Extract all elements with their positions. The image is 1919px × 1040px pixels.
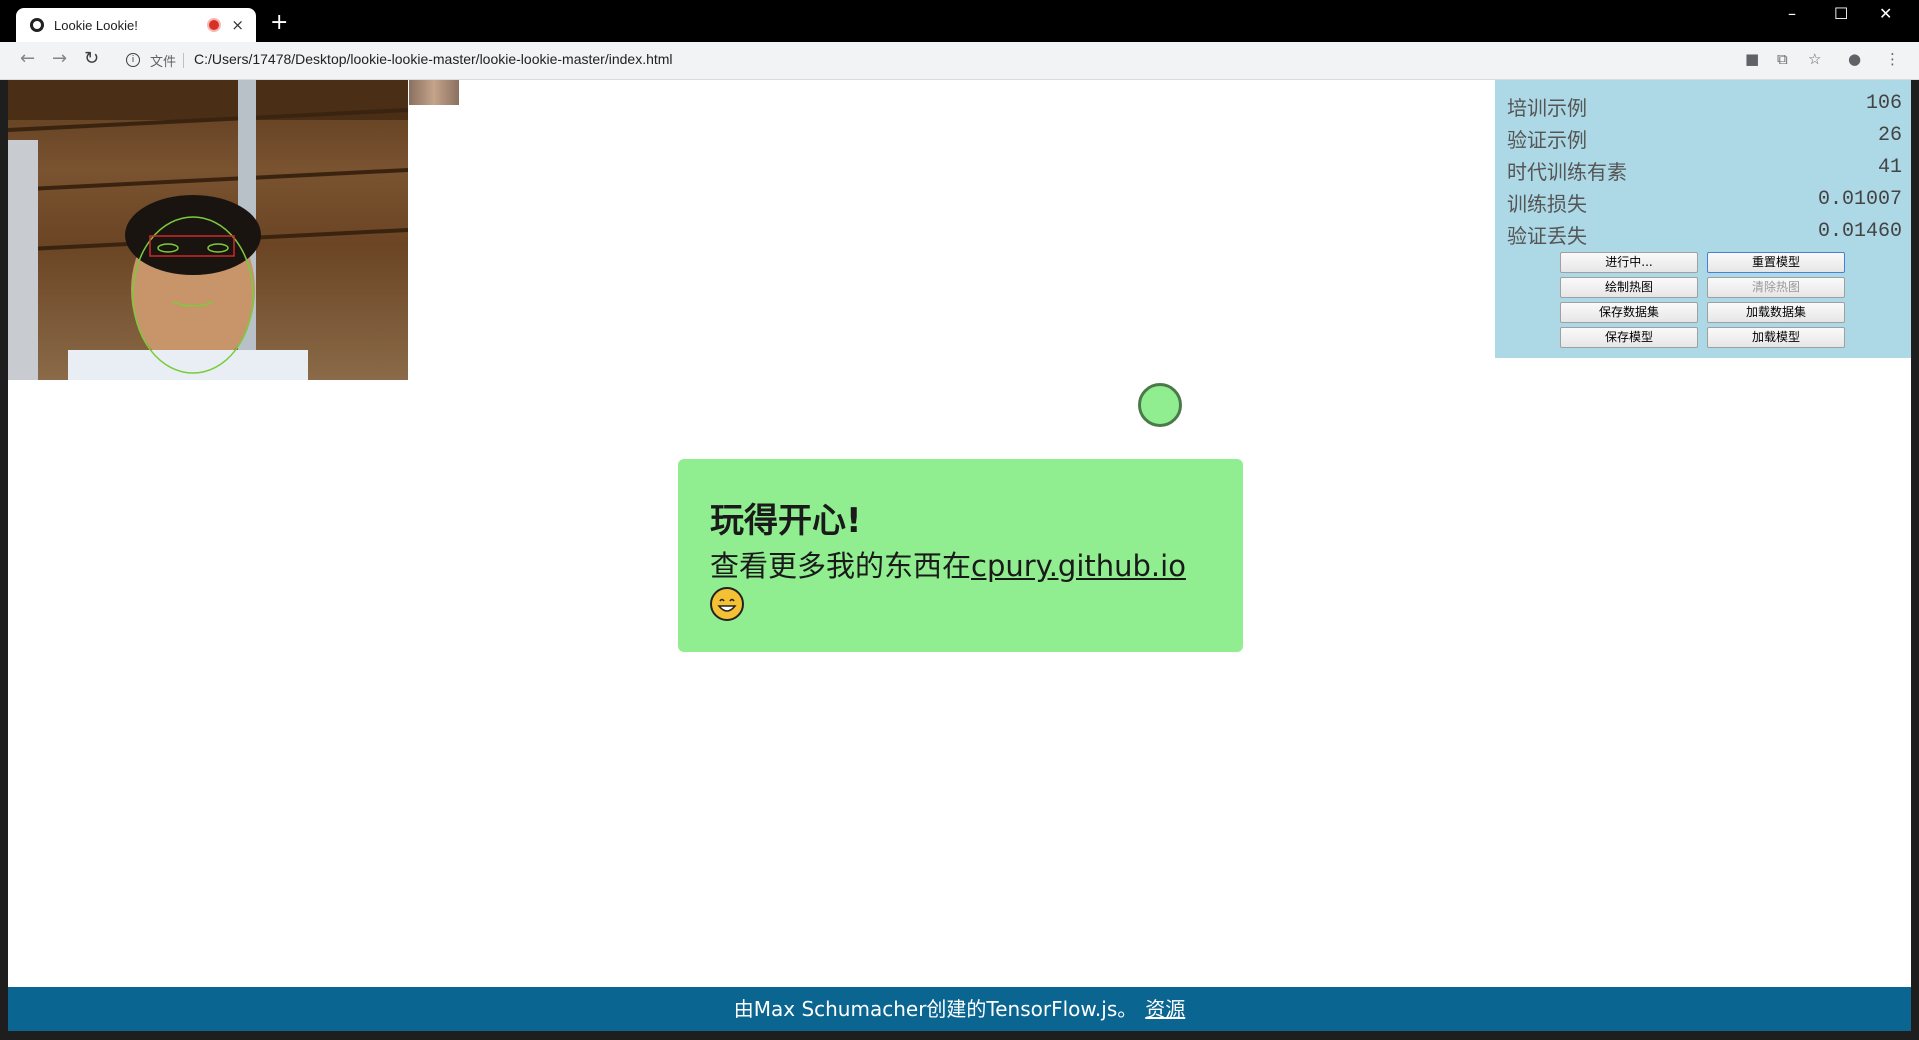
info-icon[interactable]: i (126, 53, 140, 67)
card-title: 玩得开心! (710, 501, 862, 541)
load-model-button[interactable]: 加载模型 (1707, 327, 1845, 348)
browser-titlebar: Lookie Lookie! × + – ☐ ✕ (0, 0, 1919, 42)
browser-toolbar: ← → ↻ i 文件 C:/Users/17478/Desktop/lookie… (0, 42, 1919, 80)
stat-value: 106 (1865, 92, 1902, 115)
new-tab-button[interactable]: + (270, 12, 288, 34)
profile-icon[interactable]: ● (1848, 50, 1861, 68)
reset-model-button[interactable]: 重置模型 (1707, 252, 1845, 273)
card-link[interactable]: cpury.github.io (971, 549, 1186, 583)
gaze-target-dot (1138, 383, 1182, 427)
draw-heatmap-button[interactable]: 绘制热图 (1560, 277, 1698, 298)
browser-tab[interactable]: Lookie Lookie! × (16, 8, 256, 42)
close-window-button[interactable]: ✕ (1879, 4, 1892, 23)
welcome-card: 玩得开心! 查看更多我的东西在cpury.github.io (678, 459, 1243, 652)
reload-icon[interactable]: ↻ (84, 48, 99, 69)
stat-label: 培训示例 (1507, 96, 1587, 120)
eyes-crop-preview (409, 80, 459, 105)
url-separator (183, 53, 184, 68)
maximize-button[interactable]: ☐ (1834, 4, 1848, 23)
save-model-button[interactable]: 保存模型 (1560, 327, 1698, 348)
stat-row: 培训示例 106 (1507, 92, 1902, 121)
stat-label: 训练损失 (1507, 192, 1587, 216)
stat-value: 0.01460 (1817, 220, 1902, 243)
stat-label: 验证丢失 (1507, 224, 1587, 248)
address-bar[interactable]: C:/Users/17478/Desktop/lookie-lookie-mas… (194, 51, 673, 67)
save-dataset-button[interactable]: 保存数据集 (1560, 302, 1698, 323)
stat-label: 验证示例 (1507, 128, 1587, 152)
stat-label: 时代训练有素 (1507, 160, 1627, 184)
training-stats-panel: 培训示例 106 验证示例 26 时代训练有素 41 训练损失 0.01007 … (1495, 80, 1911, 358)
stat-row: 验证丢失 0.01460 (1507, 220, 1902, 249)
card-text: 查看更多我的东西在cpury.github.io (710, 548, 1211, 621)
globe-icon (30, 18, 44, 32)
footer-text: 由Max Schumacher创建的TensorFlow.js。 (733, 997, 1138, 1021)
tab-title: Lookie Lookie! (54, 17, 138, 33)
stat-value: 26 (1877, 124, 1902, 147)
file-scheme-label: 文件 (150, 55, 177, 70)
load-dataset-button[interactable]: 加载数据集 (1707, 302, 1845, 323)
train-in-progress-button[interactable]: 进行中... (1560, 252, 1698, 273)
footer-source-link[interactable]: 资源 (1145, 997, 1185, 1021)
minimize-button[interactable]: – (1788, 4, 1796, 23)
stat-row: 时代训练有素 41 (1507, 156, 1902, 185)
camera-icon[interactable]: ■ (1745, 50, 1759, 68)
stat-value: 41 (1877, 156, 1902, 179)
footer: 由Max Schumacher创建的TensorFlow.js。 资源 (8, 987, 1911, 1031)
grinning-face-icon (710, 587, 744, 621)
recording-icon (207, 18, 222, 32)
translate-icon[interactable]: ⧉ (1777, 50, 1788, 68)
stat-value: 0.01007 (1817, 188, 1902, 211)
bookmark-star-icon[interactable]: ☆ (1808, 50, 1821, 68)
stat-row: 验证示例 26 (1507, 124, 1902, 153)
tab-close-icon[interactable]: × (231, 17, 244, 33)
stat-row: 训练损失 0.01007 (1507, 188, 1902, 217)
menu-icon[interactable]: ⋮ (1885, 50, 1900, 68)
back-arrow-icon[interactable]: ← (20, 48, 35, 69)
page-content: 培训示例 106 验证示例 26 时代训练有素 41 训练损失 0.01007 … (8, 80, 1911, 1031)
clear-heatmap-button[interactable]: 清除热图 (1707, 277, 1845, 298)
webcam-video (8, 80, 408, 380)
card-text-prefix: 查看更多我的东西在 (710, 549, 972, 583)
forward-arrow-icon[interactable]: → (52, 48, 67, 69)
